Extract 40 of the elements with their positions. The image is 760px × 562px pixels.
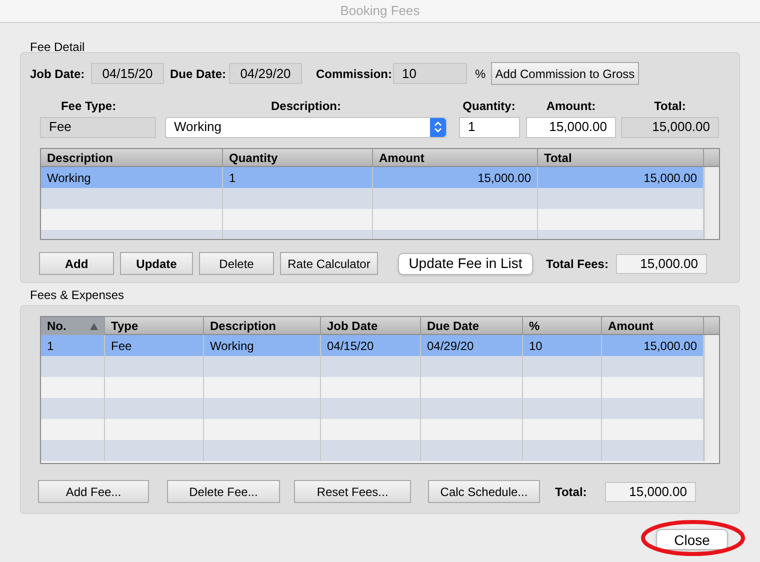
- field-label: Total Fees:: [546, 256, 610, 272]
- button[interactable]: Reset Fees...: [294, 480, 411, 503]
- text-field[interactable]: 15,000.00: [621, 116, 719, 138]
- group-title: Fee Detail: [30, 40, 85, 54]
- unit-label: %: [475, 66, 487, 82]
- button[interactable]: Add Fee...: [38, 480, 149, 503]
- field-label: Fee Type:: [60, 98, 118, 115]
- button[interactable]: Add Commission to Gross: [491, 62, 639, 85]
- description-dropdown[interactable]: Working: [165, 116, 447, 138]
- field-label: Quantity:: [462, 98, 516, 115]
- field-label: Job Date:: [30, 66, 86, 82]
- chevron-updown-icon: [430, 118, 446, 136]
- button[interactable]: Delete Fee...: [167, 480, 280, 503]
- sort-arrow-icon: [90, 322, 98, 330]
- text-field[interactable]: 04/15/20: [91, 63, 164, 84]
- close-button[interactable]: Close: [656, 529, 728, 550]
- text-field[interactable]: Fee: [40, 116, 156, 138]
- field-label: Due Date:: [170, 66, 228, 82]
- text-field[interactable]: 15,000.00: [526, 116, 616, 138]
- button[interactable]: Delete: [199, 252, 274, 275]
- button[interactable]: Calc Schedule...: [428, 480, 540, 503]
- table-row[interactable]: 1 Fee Working 04/15/20 04/29/20 10 15,000.00: [41, 335, 704, 356]
- table-row[interactable]: Working 1 15,000.00 15,000.00: [41, 167, 704, 188]
- field-label: Description:: [270, 98, 342, 115]
- field-label: Amount:: [545, 98, 597, 115]
- button[interactable]: Update Fee in List: [398, 252, 533, 274]
- total-field: 15,000.00: [605, 482, 696, 502]
- button[interactable]: Add: [39, 252, 114, 275]
- total-fees-field: 15,000.00: [616, 254, 707, 274]
- field-label: Commission:: [316, 66, 393, 82]
- window-title: Booking Fees: [340, 2, 420, 20]
- text-field[interactable]: 04/29/20: [229, 63, 302, 84]
- field-label: Total:: [555, 484, 588, 500]
- group-title: Fees & Expenses: [30, 288, 124, 302]
- text-field[interactable]: 1: [459, 116, 520, 138]
- text-field[interactable]: 10: [393, 63, 467, 84]
- button[interactable]: Update: [120, 252, 193, 275]
- button[interactable]: Rate Calculator: [280, 252, 378, 275]
- field-label: Total:: [653, 98, 687, 115]
- column-header[interactable]: No.: [41, 317, 105, 335]
